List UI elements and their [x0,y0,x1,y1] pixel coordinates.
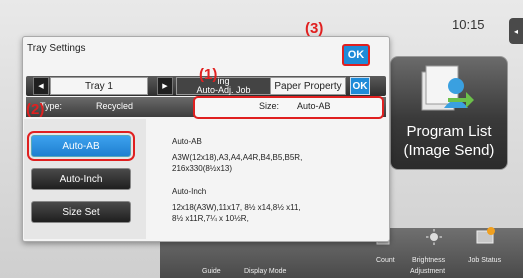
tab-paper-property[interactable]: Paper Property [270,77,346,95]
side-panel-handle[interactable]: ◂ [509,18,523,44]
arrow-right-icon: ▶ [162,83,168,90]
guide-label[interactable]: Guide [202,268,221,275]
clock: 10:15 [452,17,485,32]
brightness-icon[interactable] [426,229,442,245]
job-status-icon[interactable] [476,226,496,244]
auto-ab-description-line1: A3W(12x18),A3,A4,A4R,B4,B5,B5R, [172,153,303,162]
job-status-label[interactable]: Job Status [468,257,501,264]
program-list-label: Program List (Image Send) [390,122,508,160]
prev-tray-button[interactable]: ◀ [33,77,49,95]
program-list-icon [421,65,474,111]
auto-ab-description-title: Auto-AB [172,137,202,146]
tab-tray-1[interactable]: Tray 1 [50,77,148,95]
auto-inch-button[interactable]: Auto-Inch [31,168,131,190]
paper-type-value: Recycled [96,101,134,111]
brightness-label[interactable]: Brightness [412,257,445,264]
auto-inch-description-line2: 8½ x11R,7¼ x 10½R, [172,214,249,223]
program-list-label-line1: Program List [406,123,492,140]
tab-shading-auto-adj-job[interactable]: ing Auto-Adj. Job [176,77,271,95]
paper-size-value: Auto-AB [297,101,331,111]
tab-shading-line2: Auto-Adj. Job [196,85,251,95]
callout-1: (1) [199,66,218,83]
auto-ab-description-line2: 216x330(8½x13) [172,164,233,173]
size-set-button[interactable]: Size Set [31,201,131,223]
paper-size-field[interactable] [193,96,384,119]
paper-size-label: Size: [259,101,280,111]
adjustment-label: Adjustment [410,268,446,275]
program-list-label-line2: (Image Send) [403,142,495,159]
auto-ab-button[interactable]: Auto-AB [27,131,135,161]
count-label[interactable]: Count [376,257,395,264]
next-tray-button[interactable]: ▶ [157,77,173,95]
callout-3: (3) [305,20,324,37]
auto-inch-description-line1: 12x18(A3W),11x17, 8½ x14,8½ x11, [172,203,301,212]
auto-inch-description-title: Auto-Inch [172,187,207,196]
paper-property-ok-button[interactable]: OK [350,77,370,95]
display-mode-label[interactable]: Display Mode [244,268,286,275]
dialog-ok-button[interactable]: OK [342,44,370,66]
arrow-left-icon: ◀ [38,83,44,90]
callout-2: (2) [26,101,45,118]
dialog-title: Tray Settings [27,43,86,54]
